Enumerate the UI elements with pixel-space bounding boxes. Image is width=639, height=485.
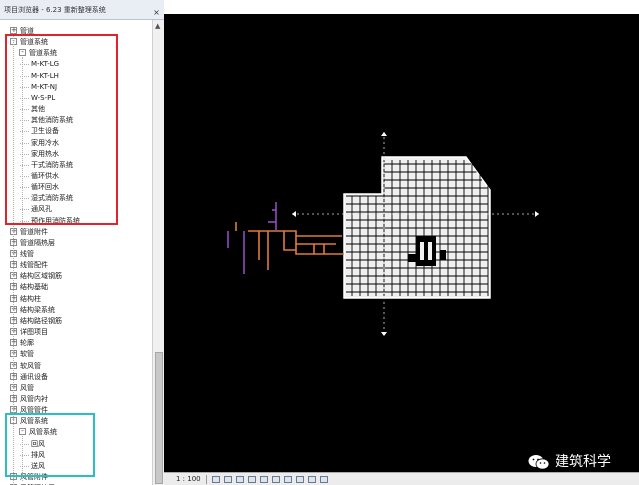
tree-item[interactable]: + 通讯设备	[0, 372, 152, 383]
tree-item-label: 风管	[20, 383, 34, 392]
lock-3d-view-icon[interactable]	[308, 476, 316, 483]
scroll-up-arrow-icon[interactable]: ▲	[155, 22, 160, 30]
building-outline	[343, 156, 491, 299]
elevation-marker	[381, 132, 387, 136]
show-crop-region-icon[interactable]	[272, 476, 280, 483]
project-browser-panel: 项目浏览器 - 6.23 重新整理系统 × + 管道 - 管道系统 - 管道系统 M-KT-…	[0, 0, 164, 485]
visual-style-icon[interactable]	[224, 476, 232, 483]
elevation-marker	[535, 211, 539, 217]
elevation-marker	[381, 332, 387, 336]
tree-item-label: 结构路径钢筋	[20, 316, 62, 325]
floor-plan-drawing[interactable]	[164, 14, 639, 472]
tree-item[interactable]: + 软风管	[0, 361, 152, 372]
project-browser-titlebar[interactable]: 项目浏览器 - 6.23 重新整理系统	[0, 0, 164, 20]
wechat-logo-icon	[528, 455, 550, 470]
tree-item[interactable]: + 结构区域钢筋	[0, 271, 152, 282]
piping-system	[227, 202, 344, 274]
core-block	[428, 242, 432, 260]
tree-item[interactable]: + 轮廓	[0, 338, 152, 349]
tree-item-label: 线管配件	[20, 261, 48, 270]
tree-item[interactable]: + 风管	[0, 383, 152, 394]
tree-item[interactable]: + 详图项目	[0, 327, 152, 338]
sun-path-icon[interactable]	[236, 476, 244, 483]
statusbar-separator	[206, 475, 207, 484]
tree-item-label: 结构区域钢筋	[20, 272, 62, 281]
core-block	[440, 250, 446, 260]
core-block	[420, 242, 424, 260]
crop-view-icon[interactable]	[260, 476, 268, 483]
highlight-box-duct-systems	[5, 413, 95, 477]
wechat-watermark: 建筑科学	[528, 451, 638, 473]
tree-item[interactable]: + 软管	[0, 349, 152, 360]
tree-item-label: 线管	[20, 250, 34, 258]
tree-item[interactable]: + 线管	[0, 249, 152, 260]
detail-level-icon[interactable]	[212, 476, 220, 483]
tree-item[interactable]: + 管道隔热层	[0, 238, 152, 249]
pipe-orange	[248, 230, 336, 245]
pipe-orange	[295, 244, 344, 255]
tree-item-label: 轮廓	[20, 339, 34, 348]
tree-item[interactable]: + 结构路径钢筋	[0, 316, 152, 327]
tree-item[interactable]: + 风管内衬	[0, 394, 152, 405]
highlight-box-pipe-systems	[5, 34, 118, 225]
tree-item-label: 结构柱	[20, 294, 41, 303]
tree-item-label: 详图项目	[20, 328, 48, 337]
tree-item[interactable]: + 线管配件	[0, 260, 152, 271]
tree-item-label: 结构基础	[20, 283, 48, 292]
room-grid	[346, 160, 489, 296]
view-scale[interactable]: 1 : 100	[176, 475, 201, 483]
core-block	[408, 254, 416, 262]
tree-item-label: 管道隔热层	[20, 238, 55, 247]
temporary-hide-icon[interactable]	[284, 476, 292, 483]
tree-item[interactable]: + 结构梁系统	[0, 305, 152, 316]
tree-item[interactable]: + 结构柱	[0, 294, 152, 305]
tree-item-label: 通讯设备	[20, 372, 48, 381]
analysis-display-icon[interactable]	[320, 476, 328, 483]
view-control-bar: 1 : 100	[164, 472, 639, 485]
tree-item[interactable]: + 管道附件	[0, 227, 152, 238]
project-browser-title: 项目浏览器 - 6.23 重新整理系统	[4, 6, 106, 14]
tree-item-label: 软管	[20, 350, 34, 359]
close-icon[interactable]: ×	[152, 8, 161, 17]
pipe-orange	[283, 231, 296, 251]
watermark-text: 建筑科学	[555, 454, 611, 470]
core-block	[416, 236, 436, 266]
tree-item-label: 结构梁系统	[20, 305, 55, 314]
tree-item-label: 风管内衬	[20, 394, 48, 403]
shadows-icon[interactable]	[248, 476, 256, 483]
tree-item[interactable]: + 结构基础	[0, 282, 152, 293]
tree-item-label: 软风管	[20, 361, 41, 370]
vertical-scrollbar[interactable]: ▲ ▼	[152, 20, 164, 485]
reveal-hidden-icon[interactable]	[296, 476, 304, 483]
scrollbar-thumb[interactable]	[155, 352, 163, 484]
tree-item-label: 管道附件	[20, 227, 48, 236]
drawing-canvas[interactable]	[164, 14, 639, 472]
elevation-marker	[292, 211, 296, 217]
